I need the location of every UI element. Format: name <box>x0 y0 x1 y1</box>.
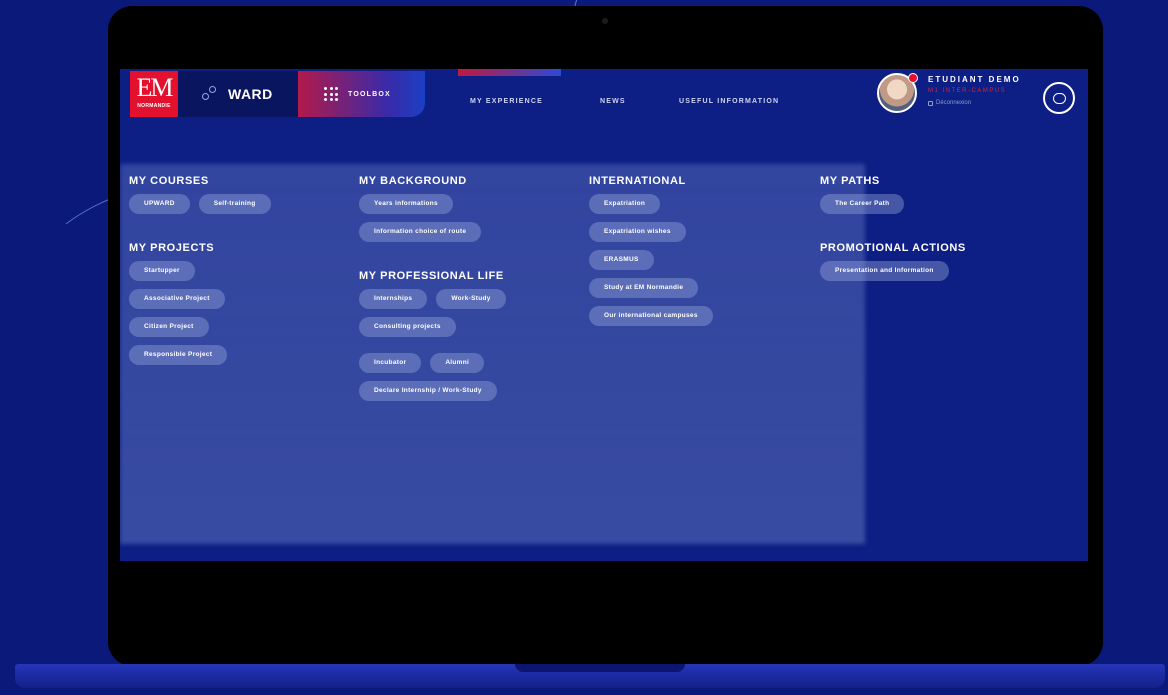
active-nav-indicator <box>458 69 561 76</box>
notification-badge <box>908 73 918 83</box>
chip-declare-internship[interactable]: Declare Internship / Work-Study <box>359 381 497 401</box>
nodes-icon <box>202 86 218 102</box>
grid-icon <box>324 87 338 101</box>
menu-column-1: MY COURSES UPWARD Self-training MY PROJE… <box>129 175 339 385</box>
chip-incubator[interactable]: Incubator <box>359 353 422 373</box>
courses-chips: UPWARD Self-training <box>129 194 339 214</box>
chip-expatriation-wishes[interactable]: Expatriation wishes <box>589 222 686 242</box>
chip-work-study[interactable]: Work-Study <box>436 289 506 309</box>
logout-icon <box>928 100 933 106</box>
section-title-my-background: MY BACKGROUND <box>359 175 467 187</box>
chip-our-international-campuses[interactable]: Our international campuses <box>589 306 713 326</box>
section-title-my-courses: MY COURSES <box>129 175 209 187</box>
user-name: ETUDIANT DEMO <box>928 75 1021 84</box>
chip-upward[interactable]: UPWARD <box>129 194 190 214</box>
em-normandie-logo[interactable]: EM NORMANDIE <box>130 71 178 117</box>
logout-label: Déconnexion <box>936 100 972 106</box>
toolbox-tab[interactable]: TOOLBOX <box>298 71 425 117</box>
chat-icon <box>1052 92 1066 104</box>
chip-self-training[interactable]: Self-training <box>198 194 271 214</box>
laptop-frame: EM NORMANDIE WARD TOOLBOX MY EXPERIENCE … <box>108 6 1103 666</box>
promo-chips: Presentation and Information <box>820 261 1030 281</box>
section-title-my-projects: MY PROJECTS <box>129 242 215 254</box>
chip-associative-project[interactable]: Associative Project <box>129 289 225 309</box>
menu-column-3: INTERNATIONAL Expatriation Expatriation … <box>589 175 799 346</box>
chat-button[interactable] <box>1043 82 1075 114</box>
chip-consulting-projects[interactable]: Consulting projects <box>359 317 456 337</box>
chip-years-informations[interactable]: Years informations <box>359 194 453 214</box>
chip-expatriation[interactable]: Expatriation <box>589 194 661 214</box>
paths-chips: The Career Path <box>820 194 1030 214</box>
section-title-my-professional-life: MY PROFESSIONAL LIFE <box>359 270 504 282</box>
logo-sub-text: NORMANDIE <box>137 103 171 109</box>
logo-main-text: EM <box>136 73 174 102</box>
laptop-notch <box>515 664 685 672</box>
laptop-base <box>15 664 1165 688</box>
international-chips: Expatriation Expatriation wishes ERASMUS… <box>589 194 799 326</box>
projects-chips: Startupper Associative Project Citizen P… <box>129 261 339 365</box>
menu-column-2: MY BACKGROUND Years informations Informa… <box>359 175 569 421</box>
section-title-international: INTERNATIONAL <box>589 175 686 187</box>
menu-column-4: MY PATHS The Career Path PROMOTIONAL ACT… <box>820 175 1030 301</box>
logout-link[interactable]: Déconnexion <box>928 100 971 106</box>
nav-useful-information[interactable]: USEFUL INFORMATION <box>679 98 779 105</box>
professional-chips: Internships Work-Study Consulting projec… <box>359 289 569 401</box>
chip-information-choice-of-route[interactable]: Information choice of route <box>359 222 482 242</box>
toolbox-label: TOOLBOX <box>348 90 391 98</box>
ward-label: WARD <box>228 86 273 102</box>
chip-internships[interactable]: Internships <box>359 289 428 309</box>
section-title-promotional-actions: PROMOTIONAL ACTIONS <box>820 242 966 254</box>
nav-news[interactable]: NEWS <box>600 98 626 105</box>
chip-citizen-project[interactable]: Citizen Project <box>129 317 209 337</box>
chip-responsible-project[interactable]: Responsible Project <box>129 345 228 365</box>
nav-my-experience[interactable]: MY EXPERIENCE <box>470 98 543 105</box>
ward-tab[interactable]: WARD <box>178 71 308 117</box>
chip-erasmus[interactable]: ERASMUS <box>589 250 654 270</box>
chip-startupper[interactable]: Startupper <box>129 261 195 281</box>
background-chips: Years informations Information choice of… <box>359 194 569 242</box>
chip-presentation-and-information[interactable]: Presentation and Information <box>820 261 949 281</box>
chip-study-at-em-normandie[interactable]: Study at EM Normandie <box>589 278 699 298</box>
avatar[interactable] <box>877 73 918 113</box>
user-campus: M1 INTER-CAMPUS <box>928 88 1007 94</box>
section-title-my-paths: MY PATHS <box>820 175 880 187</box>
webcam <box>602 18 608 24</box>
app-screen: EM NORMANDIE WARD TOOLBOX MY EXPERIENCE … <box>120 69 1088 561</box>
chip-alumni[interactable]: Alumni <box>430 353 485 373</box>
chip-the-career-path[interactable]: The Career Path <box>820 194 905 214</box>
